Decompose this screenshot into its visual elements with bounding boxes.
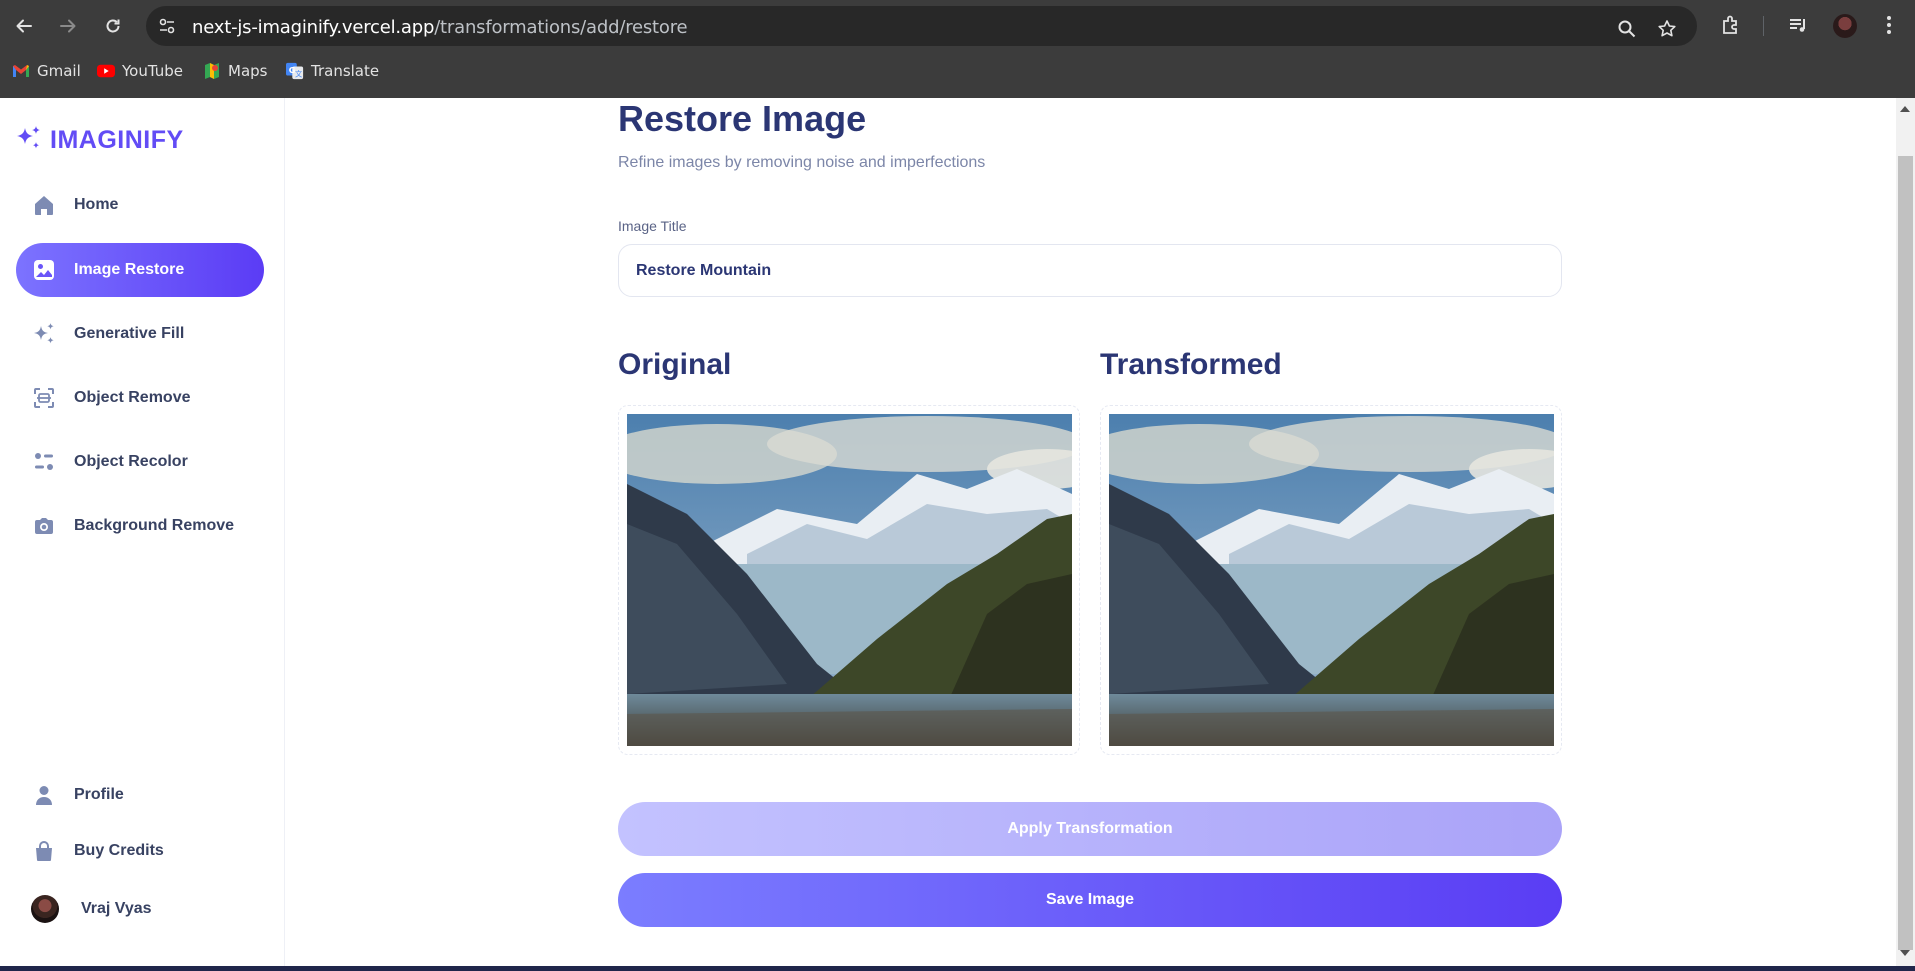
sidebar-item-object-recolor[interactable]: Object Recolor	[16, 435, 264, 489]
sparkle-logo-icon	[14, 124, 44, 157]
sidebar-item-label: Generative Fill	[74, 325, 185, 342]
page-subtitle: Refine images by removing noise and impe…	[618, 154, 986, 171]
bookmark-star-icon[interactable]	[1656, 18, 1678, 40]
image-title-label: Image Title	[618, 218, 687, 234]
filter-icon	[32, 450, 56, 474]
sidebar-item-object-remove[interactable]: Object Remove	[16, 371, 264, 425]
camera-icon	[32, 514, 56, 538]
logo[interactable]: IMAGINIFY	[14, 124, 184, 157]
reload-icon[interactable]	[99, 12, 127, 40]
transformed-heading: Transformed	[1100, 348, 1282, 381]
sidebar-user[interactable]: Vraj Vyas	[16, 882, 264, 936]
sidebar-item-label: Home	[74, 196, 119, 213]
sidebar-item-label: Profile	[74, 786, 124, 803]
youtube-icon	[97, 63, 115, 79]
bottom-edge	[0, 966, 1915, 971]
bookmark-label: Translate	[311, 62, 380, 80]
sidebar-item-image-restore[interactable]: Image Restore	[16, 243, 264, 297]
user-avatar[interactable]	[31, 895, 59, 923]
original-heading: Original	[618, 348, 732, 381]
home-icon	[32, 193, 56, 217]
bookmark-youtube[interactable]: YouTube	[97, 62, 183, 80]
image-title-input[interactable]	[618, 244, 1562, 297]
site-info-icon[interactable]	[158, 17, 176, 35]
image-icon	[32, 258, 56, 282]
sidebar-item-label: Object Recolor	[74, 453, 188, 470]
stars-icon	[32, 322, 56, 346]
sidebar-item-profile[interactable]: Profile	[16, 768, 264, 822]
save-image-button[interactable]: Save Image	[618, 873, 1562, 927]
bookmarks-bar: Gmail YouTube Maps G文 Translate	[0, 58, 1915, 88]
app-container: IMAGINIFY Home Image Restore Generative …	[0, 98, 1915, 971]
sidebar-item-generative-fill[interactable]: Generative Fill	[16, 307, 264, 361]
zoom-icon[interactable]	[1616, 18, 1638, 40]
url-text[interactable]: next-js-imaginify.vercel.app/transformat…	[192, 17, 688, 38]
extensions-icon[interactable]	[1719, 13, 1743, 37]
page-scrollbar[interactable]	[1896, 98, 1915, 966]
url-path: /transformations/add/restore	[434, 17, 688, 38]
url-host: next-js-imaginify.vercel.app	[192, 17, 435, 38]
bookmark-translate[interactable]: G文 Translate	[286, 62, 379, 80]
bookmark-gmail[interactable]: Gmail	[12, 62, 81, 80]
toolbar-separator	[1763, 16, 1764, 36]
back-icon[interactable]	[10, 12, 38, 40]
apply-transformation-button[interactable]: Apply Transformation	[618, 802, 1562, 856]
browser-chrome: next-js-imaginify.vercel.app/transformat…	[0, 0, 1915, 98]
browser-menu-icon[interactable]	[1877, 13, 1901, 37]
sidebar-item-buy-credits[interactable]: Buy Credits	[16, 824, 264, 878]
logo-text: IMAGINIFY	[50, 126, 184, 154]
bookmark-maps[interactable]: Maps	[203, 62, 267, 80]
scan-icon	[32, 386, 56, 410]
browser-toolbar: next-js-imaginify.vercel.app/transformat…	[0, 0, 1915, 52]
forward-icon[interactable]	[54, 12, 82, 40]
user-name: Vraj Vyas	[81, 900, 152, 917]
original-image-frame[interactable]	[618, 405, 1080, 755]
bookmark-label: YouTube	[122, 62, 183, 80]
translate-icon: G文	[286, 62, 304, 80]
sidebar-item-label: Object Remove	[74, 389, 191, 406]
scroll-thumb[interactable]	[1898, 156, 1913, 950]
browser-profile-avatar[interactable]	[1833, 14, 1857, 38]
gmail-icon	[12, 63, 30, 79]
sidebar-item-label: Buy Credits	[74, 842, 164, 859]
sidebar-item-background-remove[interactable]: Background Remove	[16, 499, 264, 553]
transformed-image	[1109, 414, 1554, 746]
scroll-down-icon[interactable]	[1900, 950, 1910, 956]
svg-text:文: 文	[295, 69, 302, 78]
bag-icon	[32, 839, 56, 863]
maps-icon	[203, 63, 221, 79]
bookmark-label: Maps	[228, 62, 268, 80]
media-queue-icon[interactable]	[1786, 13, 1810, 37]
profile-icon	[32, 783, 56, 807]
address-bar[interactable]: next-js-imaginify.vercel.app/transformat…	[146, 6, 1697, 46]
sidebar-item-label: Background Remove	[74, 517, 235, 534]
sidebar: IMAGINIFY Home Image Restore Generative …	[0, 98, 285, 971]
sidebar-item-label: Image Restore	[74, 261, 185, 278]
sidebar-item-home[interactable]: Home	[16, 178, 264, 232]
original-image	[627, 414, 1072, 746]
bookmark-label: Gmail	[37, 62, 81, 80]
scroll-up-icon[interactable]	[1900, 106, 1910, 112]
page-title: Restore Image	[618, 98, 867, 139]
transformed-image-frame[interactable]	[1100, 405, 1562, 755]
